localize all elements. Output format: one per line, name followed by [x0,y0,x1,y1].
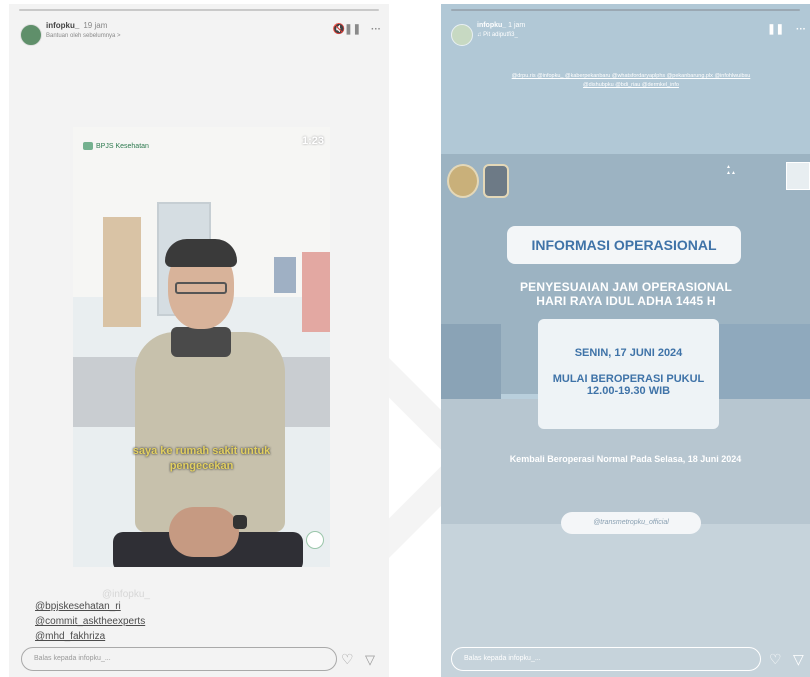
agency-logo-icon: ▲ ▲▲ [726,164,736,176]
video-poster [274,257,296,293]
video-door [103,217,141,327]
story-progress-bar [451,9,800,11]
more-icon[interactable]: ··· [796,24,806,35]
send-icon[interactable]: ▽ [365,652,375,668]
shield-icon [483,164,509,198]
story-progress-bar [19,9,379,11]
emblem-icon [447,164,479,198]
more-icon[interactable]: ··· [371,24,381,35]
post-time: 1 jam [508,22,526,29]
speaker-icon[interactable]: 🔇 [333,24,345,35]
username[interactable]: infopku_ 1 jam [477,22,525,29]
channel-logo-icon [306,531,324,549]
story-right[interactable]: infopku_ 1 jam ♫ Pit adiputfi3_ ❚❚ ··· @… [441,4,810,677]
heart-icon[interactable]: ♡ [769,651,782,668]
mention-link[interactable]: @bpjskesehatan_ri [35,599,145,614]
mention-link[interactable]: @mhd_fakhriza [35,629,145,644]
person-glasses [175,282,227,294]
person-hands [169,507,239,557]
heart-icon[interactable]: ♡ [341,651,354,668]
video-red-panel [302,252,330,332]
reply-input[interactable]: Balas kepada infopku_... [451,647,761,671]
info-title: INFORMASI OPERASIONAL [507,226,741,264]
bpjs-logo: BPJS Kesehatan [83,142,149,150]
story-video[interactable]: BPJS Kesehatan 1:23 saya ke rumah sakit … [73,127,330,567]
adjustment-line2: HARI RAYA IDUL ADHA 1445 H [536,294,716,308]
person-watch [233,515,247,529]
person-collar [171,327,231,357]
qr-code-icon [786,162,810,190]
pause-icon[interactable]: ❚❚ [344,24,361,35]
schedule-operate-line1: MULAI BEROPERASI PUKUL [552,373,705,385]
schedule-date: SENIN, 17 JUNI 2024 [574,347,683,359]
resume-notice: Kembali Beroperasi Normal Pada Selasa, 1… [509,454,742,464]
video-caption-line2: pengecekan [169,460,234,472]
story-left[interactable]: infopku_ 19 jam Bantuan oleh sebelumnya >… [9,4,389,677]
schedule-operate-line2: 12.00-19.30 WIB [586,385,671,397]
mention-link[interactable]: @commit_asktheexperts [35,614,145,629]
tagged-accounts[interactable]: @drpu.ris @infopku_ @kaberpekanbaru @wha… [511,72,751,90]
send-icon[interactable]: ▽ [793,651,804,668]
mentions-list: @bpjskesehatan_ri @commit_asktheexperts … [35,599,145,644]
schedule-box: SENIN, 17 JUNI 2024 MULAI BEROPERASI PUK… [538,319,719,429]
person-torso [135,332,285,532]
music-label[interactable]: ♫ Pit adiputfi3_ [477,32,518,38]
video-caption-line1: saya ke rumah sakit untuk [132,445,271,457]
username[interactable]: infopku_ 19 jam [46,21,107,30]
post-time: 19 jam [83,21,108,30]
adjustment-line1: PENYESUAIAN JAM OPERASIONAL [519,280,733,294]
avatar[interactable] [20,24,42,46]
story-subtitle[interactable]: Bantuan oleh sebelumnya > [46,33,121,39]
reply-input[interactable]: Balas kepada infopku_... [21,647,337,671]
video-timestamp: 1:23 [301,135,324,147]
pause-icon[interactable]: ❚❚ [767,24,784,35]
account-handle[interactable]: @transmetropku_official [561,512,701,534]
person-hair [165,239,237,267]
avatar[interactable] [451,24,473,46]
